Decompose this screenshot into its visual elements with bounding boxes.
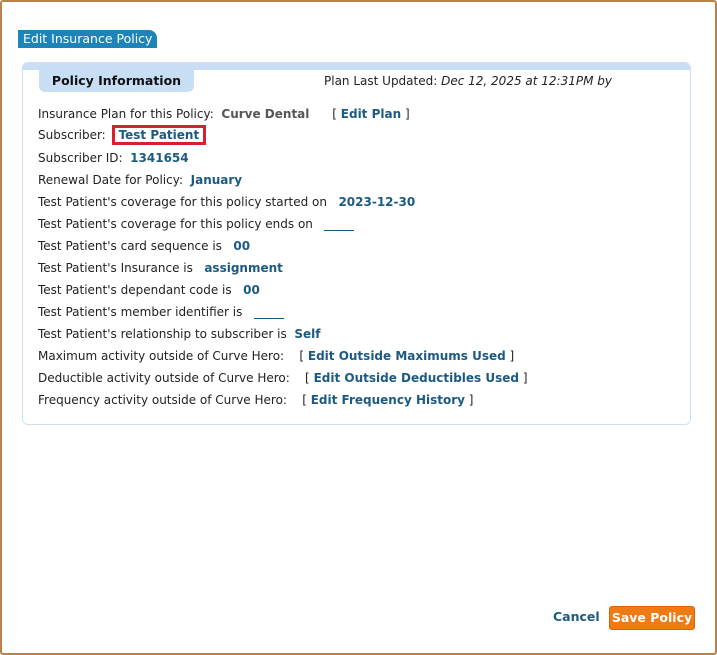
policy-information-tab: Policy Information — [39, 70, 194, 92]
insurance-plan-label: Insurance Plan for this Policy: — [38, 107, 214, 121]
subscriber-highlight-box: Test Patient — [111, 125, 207, 145]
edit-plan-link[interactable]: Edit Plan — [341, 107, 401, 121]
panel-header-bar — [23, 63, 690, 70]
insurance-type-label: Test Patient's Insurance is — [38, 261, 193, 275]
insurance-plan-value: Curve Dental — [221, 107, 310, 121]
plan-updated-label: Plan Last Updated: — [324, 74, 438, 88]
row-subscriber-id: Subscriber ID: 1341654 — [38, 150, 189, 166]
edit-outside-deductibles-link[interactable]: Edit Outside Deductibles Used — [314, 371, 519, 385]
save-policy-button[interactable]: Save Policy — [609, 606, 695, 630]
cancel-button[interactable]: Cancel — [553, 609, 600, 624]
subscriber-label: Subscriber: — [38, 128, 106, 142]
card-sequence-value: 00 — [233, 239, 251, 253]
row-member-identifier: Test Patient's member identifier is — [38, 304, 284, 320]
subscriber-link[interactable]: Test Patient — [119, 128, 200, 142]
coverage-start-value: 2023-12-30 — [338, 195, 416, 209]
renewal-date-label: Renewal Date for Policy: — [38, 173, 183, 187]
row-deductible-activity: Deductible activity outside of Curve Her… — [38, 371, 528, 385]
row-renewal-date: Renewal Date for Policy: January — [38, 172, 242, 188]
row-insurance-plan: Insurance Plan for this Policy: Curve De… — [38, 107, 410, 121]
edit-outside-maximums-link[interactable]: Edit Outside Maximums Used — [308, 349, 506, 363]
row-subscriber: Subscriber: Test Patient — [38, 125, 207, 145]
row-frequency-activity: Frequency activity outside of Curve Hero… — [38, 393, 474, 407]
row-coverage-start: Test Patient's coverage for this policy … — [38, 194, 415, 210]
member-identifier-blank — [253, 317, 284, 319]
row-maximum-activity: Maximum activity outside of Curve Hero: … — [38, 349, 515, 363]
row-relationship: Test Patient's relationship to subscribe… — [38, 326, 321, 342]
maximum-activity-label: Maximum activity outside of Curve Hero: — [38, 349, 285, 363]
dependant-code-label: Test Patient's dependant code is — [38, 283, 232, 297]
dialog-title: Edit Insurance Policy — [18, 30, 158, 48]
subscriber-id-label: Subscriber ID: — [38, 151, 123, 165]
row-card-sequence: Test Patient's card sequence is 00 — [38, 238, 250, 254]
plan-last-updated: Plan Last Updated: Dec 12, 2025 at 12:31… — [324, 74, 612, 88]
coverage-end-blank — [324, 229, 355, 231]
dialog-frame: Edit Insurance Policy Policy Information… — [0, 0, 717, 655]
renewal-date-value: January — [190, 173, 243, 187]
edit-frequency-history-link[interactable]: Edit Frequency History — [311, 393, 465, 407]
row-coverage-end: Test Patient's coverage for this policy … — [38, 216, 355, 232]
relationship-label: Test Patient's relationship to subscribe… — [38, 327, 287, 341]
insurance-type-value: assignment — [204, 261, 283, 275]
coverage-start-label: Test Patient's coverage for this policy … — [38, 195, 327, 209]
policy-information-panel: Policy Information Plan Last Updated: De… — [22, 62, 691, 425]
row-dependant-code: Test Patient's dependant code is 00 — [38, 282, 260, 298]
coverage-end-label: Test Patient's coverage for this policy … — [38, 217, 313, 231]
card-sequence-label: Test Patient's card sequence is — [38, 239, 222, 253]
relationship-value: Self — [294, 327, 321, 341]
subscriber-id-value: 1341654 — [130, 151, 189, 165]
member-identifier-label: Test Patient's member identifier is — [38, 305, 243, 319]
frequency-activity-label: Frequency activity outside of Curve Hero… — [38, 393, 287, 407]
deductible-activity-label: Deductible activity outside of Curve Her… — [38, 371, 290, 385]
row-insurance-type: Test Patient's Insurance is assignment — [38, 260, 283, 276]
plan-updated-value: Dec 12, 2025 at 12:31PM by — [441, 74, 612, 88]
dependant-code-value: 00 — [243, 283, 260, 297]
